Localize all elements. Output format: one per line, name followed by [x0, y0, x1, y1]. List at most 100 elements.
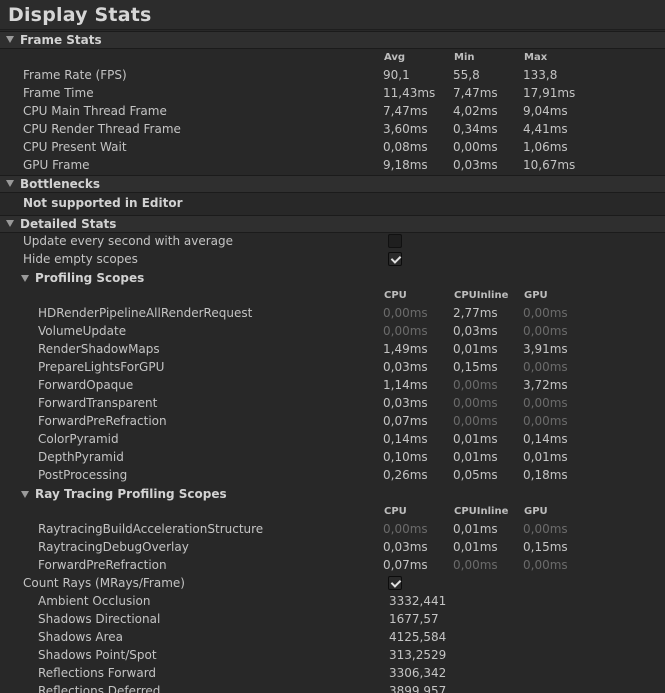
rt-scope-row: ForwardPreRefraction 0,07ms 0,00ms 0,00ms	[0, 557, 665, 575]
profiling-scope-name: RenderShadowMaps	[38, 342, 160, 356]
frame-stat-min: 0,34ms	[453, 122, 498, 136]
profiling-scope-gpu: 0,01ms	[523, 450, 568, 464]
frame-stat-name: CPU Render Thread Frame	[23, 122, 181, 136]
update-every-second-row: Update every second with average	[0, 233, 665, 251]
ray-count-row: Shadows Directional 1677,57	[0, 611, 665, 629]
window-title-bar: Display Stats	[0, 0, 665, 30]
profiling-scope-row: ForwardPreRefraction 0,07ms 0,00ms 0,00ms	[0, 413, 665, 431]
ray-count-value: 313,2529	[389, 648, 447, 662]
profiling-scope-name: ColorPyramid	[38, 432, 119, 446]
count-rays-label: Count Rays (MRays/Frame)	[23, 576, 185, 590]
ray-count-row: Shadows Point/Spot 313,2529	[0, 647, 665, 665]
ray-count-value: 4125,584	[389, 630, 447, 644]
ray-count-name: Shadows Point/Spot	[38, 648, 157, 662]
rt-scope-gpu: 0,15ms	[523, 540, 568, 554]
ray-count-name: Ambient Occlusion	[38, 594, 151, 608]
ray-tracing-scopes-label: Ray Tracing Profiling Scopes	[35, 487, 227, 501]
bottlenecks-message: Not supported in Editor	[23, 196, 183, 210]
section-frame-stats[interactable]: Frame Stats	[0, 31, 665, 49]
frame-stat-min: 55,8	[453, 68, 480, 82]
profiling-scope-gpu: 0,14ms	[523, 432, 568, 446]
foldout-arrow-icon[interactable]	[6, 220, 14, 227]
frame-stat-name: CPU Present Wait	[23, 140, 127, 154]
profiling-scope-cpu: 0,00ms	[383, 324, 428, 338]
profiling-scope-cpu: 0,03ms	[383, 360, 428, 374]
section-frame-stats-label: Frame Stats	[20, 33, 102, 47]
window-title: Display Stats	[8, 4, 152, 26]
frame-stat-max: 9,04ms	[523, 104, 568, 118]
update-every-second-checkbox[interactable]	[388, 234, 402, 248]
profiling-scope-cpuinline: 2,77ms	[453, 306, 498, 320]
ray-count-name: Shadows Area	[38, 630, 124, 644]
profiling-scope-row: ForwardTransparent 0,03ms 0,00ms 0,00ms	[0, 395, 665, 413]
profiling-scope-cpu: 1,14ms	[383, 378, 428, 392]
foldout-profiling-scopes[interactable]: Profiling Scopes	[0, 270, 665, 288]
section-bottlenecks[interactable]: Bottlenecks	[0, 175, 665, 193]
count-rays-checkbox[interactable]	[388, 576, 402, 590]
frame-stat-max: 133,8	[523, 68, 558, 82]
profiling-scope-cpu: 0,26ms	[383, 468, 428, 482]
frame-stat-avg: 9,18ms	[383, 158, 428, 172]
hide-empty-scopes-label: Hide empty scopes	[23, 252, 138, 266]
frame-stat-min: 0,00ms	[453, 140, 498, 154]
frame-stat-row: Frame Time 11,43ms 7,47ms 17,91ms	[0, 85, 665, 103]
profiling-scope-row: ForwardOpaque 1,14ms 0,00ms 3,72ms	[0, 377, 665, 395]
rt-col-cpu: CPU	[384, 506, 407, 517]
profiling-scope-row: DepthPyramid 0,10ms 0,01ms 0,01ms	[0, 449, 665, 467]
profiling-col-gpu: GPU	[524, 290, 548, 301]
frame-stat-avg: 0,08ms	[383, 140, 428, 154]
profiling-scope-cpuinline: 0,01ms	[453, 432, 498, 446]
frame-stat-min: 0,03ms	[453, 158, 498, 172]
profiling-scope-name: PostProcessing	[38, 468, 128, 482]
rt-scope-cpuinline: 0,01ms	[453, 540, 498, 554]
frame-stats-col-avg: Avg	[384, 52, 406, 63]
hide-empty-scopes-checkbox[interactable]	[388, 252, 402, 266]
profiling-scope-cpu: 0,00ms	[383, 306, 428, 320]
profiling-scopes-label: Profiling Scopes	[35, 271, 145, 285]
foldout-arrow-icon[interactable]	[21, 275, 29, 282]
foldout-ray-tracing-scopes[interactable]: Ray Tracing Profiling Scopes	[0, 486, 665, 504]
frame-stat-avg: 3,60ms	[383, 122, 428, 136]
update-every-second-label: Update every second with average	[23, 234, 233, 248]
ray-count-value: 3306,342	[389, 666, 447, 680]
rt-col-cpuinline: CPUInline	[454, 506, 509, 517]
profiling-scope-name: ForwardTransparent	[38, 396, 158, 410]
profiling-scope-name: ForwardPreRefraction	[38, 414, 167, 428]
ray-count-name: Shadows Directional	[38, 612, 161, 626]
rt-col-gpu: GPU	[524, 506, 548, 517]
foldout-arrow-icon[interactable]	[6, 36, 14, 43]
frame-stat-name: CPU Main Thread Frame	[23, 104, 167, 118]
profiling-scope-cpu: 0,14ms	[383, 432, 428, 446]
profiling-col-cpuinline: CPUInline	[454, 290, 509, 301]
profiling-scope-row: HDRenderPipelineAllRenderRequest 0,00ms 2,…	[0, 305, 665, 323]
frame-stat-row: GPU Frame 9,18ms 0,03ms 10,67ms	[0, 157, 665, 175]
profiling-scope-gpu: 0,18ms	[523, 468, 568, 482]
foldout-arrow-icon[interactable]	[6, 180, 14, 187]
section-detailed-stats[interactable]: Detailed Stats	[0, 215, 665, 233]
frame-stat-max: 4,41ms	[523, 122, 568, 136]
profiling-scope-name: ForwardOpaque	[38, 378, 134, 392]
profiling-scope-row: VolumeUpdate 0,00ms 0,03ms 0,00ms	[0, 323, 665, 341]
profiling-scope-cpuinline: 0,00ms	[453, 378, 498, 392]
frame-stat-row: CPU Render Thread Frame 3,60ms 0,34ms 4,41m…	[0, 121, 665, 139]
profiling-scope-cpu: 0,03ms	[383, 396, 428, 410]
rt-scope-row: RaytracingDebugOverlay 0,03ms 0,01ms 0,15ms	[0, 539, 665, 557]
hide-empty-scopes-row: Hide empty scopes	[0, 251, 665, 269]
ray-count-value: 3899,957	[389, 684, 447, 693]
rt-scope-cpu: 0,07ms	[383, 558, 428, 572]
section-detailed-stats-label: Detailed Stats	[20, 217, 117, 231]
frame-stat-min: 4,02ms	[453, 104, 498, 118]
rt-scope-name: RaytracingBuildAccelerationStructure	[38, 522, 264, 536]
profiling-scope-gpu: 0,00ms	[523, 396, 568, 410]
frame-stat-avg: 7,47ms	[383, 104, 428, 118]
frame-stat-avg: 90,1	[383, 68, 410, 82]
profiling-scope-name: DepthPyramid	[38, 450, 124, 464]
profiling-scope-cpu: 1,49ms	[383, 342, 428, 356]
profiling-scope-cpu: 0,10ms	[383, 450, 428, 464]
foldout-arrow-icon[interactable]	[21, 491, 29, 498]
ray-count-row: Reflections Deferred 3899,957	[0, 683, 665, 693]
frame-stat-max: 1,06ms	[523, 140, 568, 154]
profiling-scope-name: VolumeUpdate	[38, 324, 127, 338]
ray-count-row: Reflections Forward 3306,342	[0, 665, 665, 683]
rt-scope-gpu: 0,00ms	[523, 558, 568, 572]
